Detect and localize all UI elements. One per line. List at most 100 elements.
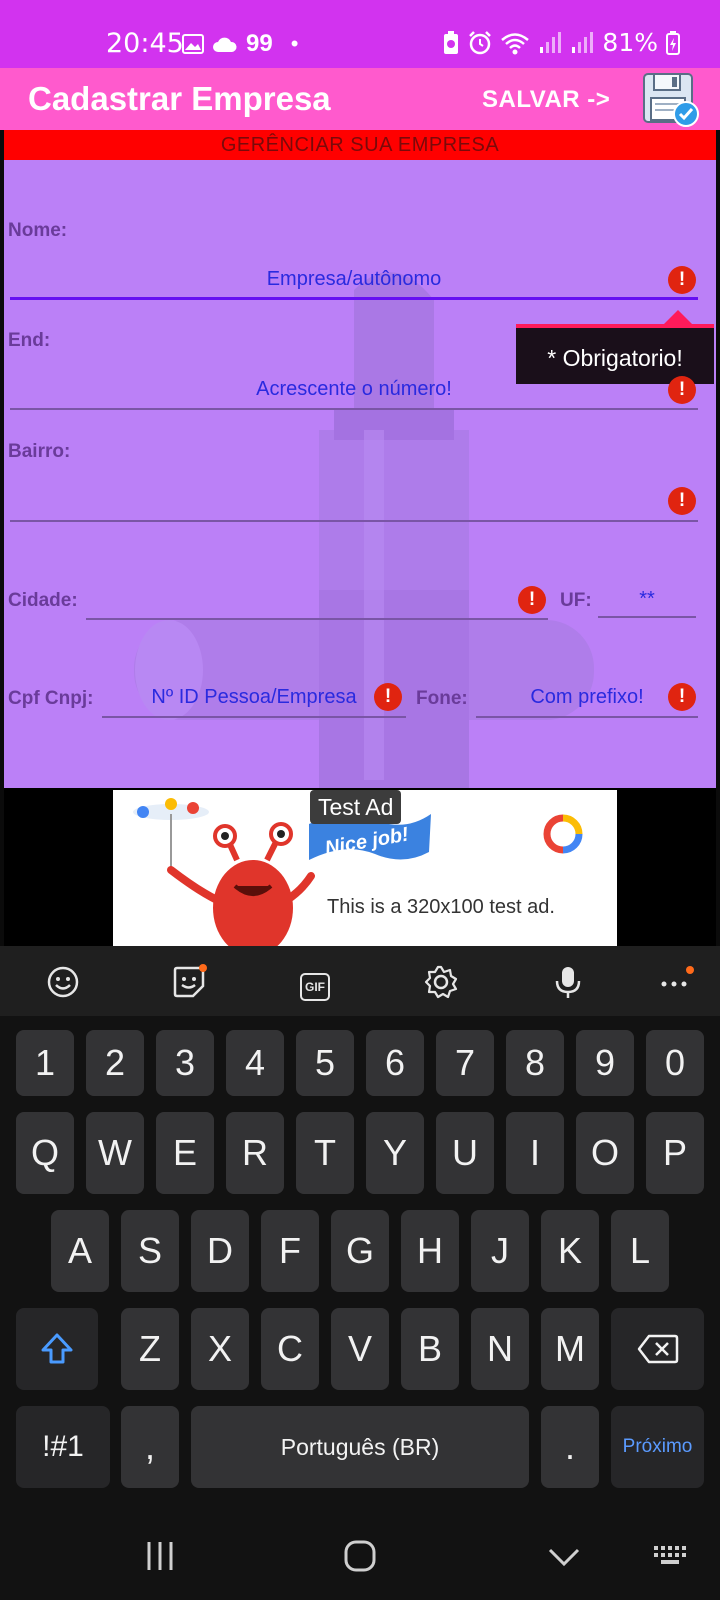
keyboard-switch-icon[interactable]: [652, 1536, 692, 1576]
mic-icon[interactable]: [550, 964, 586, 1000]
key-f[interactable]: F: [261, 1210, 319, 1292]
backspace-icon: [637, 1334, 678, 1364]
dot-icon: •: [290, 31, 299, 56]
key-e[interactable]: E: [156, 1112, 214, 1194]
key-w[interactable]: W: [86, 1112, 144, 1194]
key-i[interactable]: I: [506, 1112, 564, 1194]
key-x[interactable]: X: [191, 1308, 249, 1390]
space-key[interactable]: Português (BR): [191, 1406, 529, 1488]
key-4[interactable]: 4: [226, 1030, 284, 1096]
key-u[interactable]: U: [436, 1112, 494, 1194]
monster-mascot-image: [133, 798, 315, 946]
key-o[interactable]: O: [576, 1112, 634, 1194]
recent-apps-icon[interactable]: [140, 1536, 180, 1576]
cpf-field[interactable]: Nº ID Pessoa/Empresa: [102, 678, 406, 718]
key-5[interactable]: 5: [296, 1030, 354, 1096]
quote-icon: 99: [246, 30, 273, 57]
keyboard-toolbar: GIF: [0, 946, 720, 1016]
key-c[interactable]: C: [261, 1308, 319, 1390]
image-icon: [182, 34, 204, 54]
shift-icon: [41, 1333, 73, 1364]
key-a[interactable]: A: [51, 1210, 109, 1292]
manage-company-banner: GERÊNCIAR SUA EMPRESA: [4, 130, 716, 160]
nome-label: Nome:: [8, 220, 68, 241]
uf-input-text: **: [639, 588, 655, 610]
cpf-input-text: Nº ID Pessoa/Empresa: [151, 686, 357, 708]
nome-input-text: Empresa/autônomo: [266, 268, 442, 290]
nome-error-icon[interactable]: !: [668, 266, 696, 294]
fone-input-text: Com prefixo!: [530, 686, 644, 708]
cidade-error-icon[interactable]: !: [518, 586, 546, 614]
symbols-key[interactable]: !#1: [16, 1406, 110, 1488]
end-field[interactable]: Acrescente o número!: [10, 370, 698, 410]
key-v[interactable]: V: [331, 1308, 389, 1390]
key-h[interactable]: H: [401, 1210, 459, 1292]
key-t[interactable]: T: [296, 1112, 354, 1194]
comma-key[interactable]: ,: [121, 1406, 179, 1488]
home-icon[interactable]: [340, 1536, 380, 1576]
key-3[interactable]: 3: [156, 1030, 214, 1096]
save-button[interactable]: SALVAR ->: [482, 86, 610, 114]
fone-field[interactable]: Com prefixo!: [476, 678, 698, 718]
bairro-field[interactable]: [10, 482, 698, 522]
battery-level: 81%: [602, 28, 658, 57]
bairro-label: Bairro:: [8, 441, 71, 462]
ads-logo-icon: [543, 814, 583, 854]
cidade-field[interactable]: [86, 580, 548, 620]
fone-error-icon[interactable]: !: [668, 683, 696, 711]
battery-icon: [666, 30, 680, 55]
key-l[interactable]: L: [611, 1210, 669, 1292]
next-key[interactable]: Próximo: [611, 1406, 704, 1488]
cpf-label: Cpf Cnpj:: [8, 688, 94, 709]
bairro-error-icon[interactable]: !: [668, 487, 696, 515]
key-2[interactable]: 2: [86, 1030, 144, 1096]
ad-text: This is a 320x100 test ad.: [327, 896, 555, 918]
back-chevron-down-icon[interactable]: [544, 1536, 584, 1576]
emoji-icon[interactable]: [45, 964, 81, 1000]
shift-key[interactable]: [16, 1308, 98, 1390]
wifi-icon: [501, 32, 530, 54]
status-time: 20:45: [106, 28, 184, 59]
uf-field[interactable]: **: [598, 578, 696, 618]
key-r[interactable]: R: [226, 1112, 284, 1194]
key-8[interactable]: 8: [506, 1030, 564, 1096]
backspace-key[interactable]: [611, 1308, 704, 1390]
key-m[interactable]: M: [541, 1308, 599, 1390]
tooltip-arrow: [664, 310, 692, 324]
key-k[interactable]: K: [541, 1210, 599, 1292]
uf-label: UF:: [560, 590, 592, 611]
test-ad-label: Test Ad: [310, 790, 402, 824]
key-g[interactable]: G: [331, 1210, 389, 1292]
status-bar: 20:45 99 • 81%: [0, 0, 720, 68]
key-b[interactable]: B: [401, 1308, 459, 1390]
floppy-disk-check-icon[interactable]: [642, 72, 700, 128]
key-d[interactable]: D: [191, 1210, 249, 1292]
fone-label: Fone:: [416, 688, 468, 709]
key-9[interactable]: 9: [576, 1030, 634, 1096]
end-error-icon[interactable]: !: [668, 376, 696, 404]
key-0[interactable]: 0: [646, 1030, 704, 1096]
gif-label: GIF: [300, 973, 330, 1001]
key-6[interactable]: 6: [366, 1030, 424, 1096]
signal-icon: [540, 31, 562, 53]
key-q[interactable]: Q: [16, 1112, 74, 1194]
status-left-icons: 99 •: [182, 32, 298, 56]
key-1[interactable]: 1: [16, 1030, 74, 1096]
sticker-icon[interactable]: [171, 964, 207, 1000]
period-key[interactable]: .: [541, 1406, 599, 1488]
status-right: 81%: [442, 28, 680, 57]
key-n[interactable]: N: [471, 1308, 529, 1390]
settings-icon[interactable]: [423, 964, 459, 1000]
more-icon[interactable]: [658, 964, 694, 1000]
form-panel: GERÊNCIAR SUA EMPRESA Nome: Empresa/autô…: [4, 130, 716, 788]
key-s[interactable]: S: [121, 1210, 179, 1292]
battery-saver-icon: [444, 30, 459, 54]
nome-field[interactable]: Empresa/autônomo: [10, 260, 698, 300]
gif-icon[interactable]: GIF: [297, 964, 333, 1001]
key-7[interactable]: 7: [436, 1030, 494, 1096]
key-j[interactable]: J: [471, 1210, 529, 1292]
key-z[interactable]: Z: [121, 1308, 179, 1390]
key-y[interactable]: Y: [366, 1112, 424, 1194]
cpf-error-icon[interactable]: !: [374, 683, 402, 711]
key-p[interactable]: P: [646, 1112, 704, 1194]
